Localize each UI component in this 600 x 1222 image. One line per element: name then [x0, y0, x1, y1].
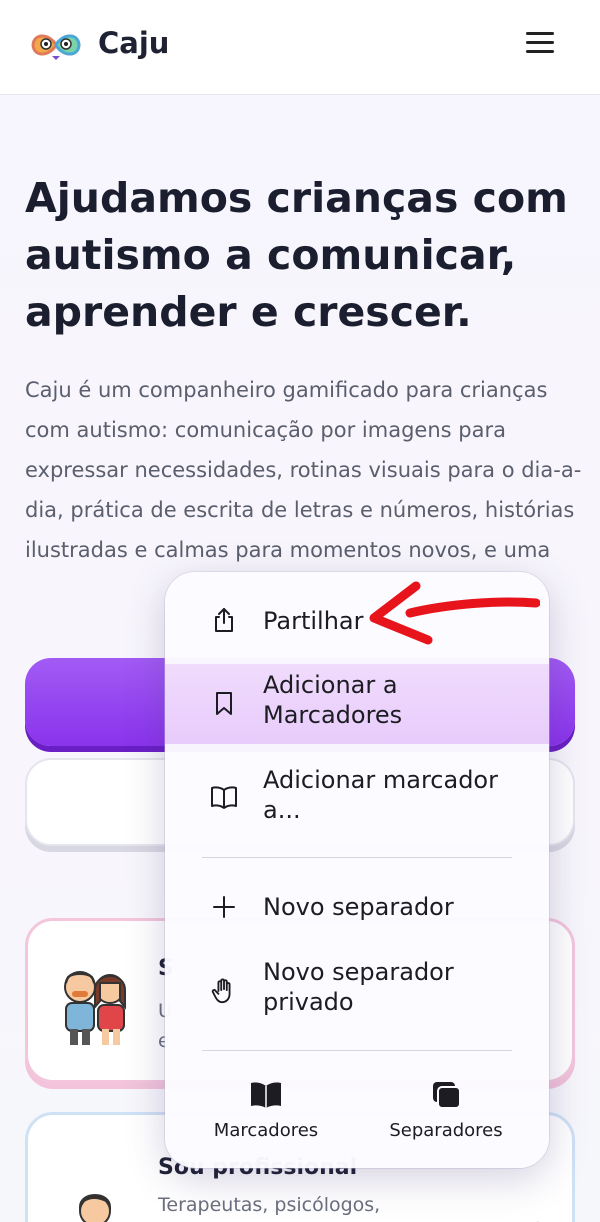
open-book-icon — [251, 1082, 281, 1108]
share-icon — [215, 608, 233, 632]
brand-name[interactable]: Caju — [98, 26, 169, 60]
tabs-button[interactable]: Separadores — [351, 1072, 541, 1152]
menu-item-label: Adicionar marcador a... — [263, 766, 498, 824]
menu-item-label: Novo separador — [263, 893, 454, 921]
menu-divider — [202, 857, 512, 858]
logo-icon[interactable] — [30, 28, 82, 62]
hamburger-menu-button[interactable] — [526, 28, 562, 62]
tabs-label: Separadores — [389, 1120, 503, 1141]
menu-item-add-bookmark-to[interactable]: Adicionar marcador a... — [165, 760, 549, 836]
menu-item-new-tab[interactable]: Novo separador — [165, 880, 549, 936]
hamburger-icon — [526, 32, 554, 35]
bookmarks-label: Marcadores — [213, 1120, 319, 1141]
bookmarks-button[interactable]: Marcadores — [171, 1072, 361, 1152]
hero-description: Caju é um companheiro gamificado para cr… — [25, 378, 582, 562]
top-bar: Caju — [0, 0, 600, 95]
hero-title: Ajudamos crianças com autismo a comunica… — [25, 174, 568, 336]
tabs-icon — [433, 1082, 461, 1109]
menu-divider — [202, 1050, 512, 1051]
hand-icon — [211, 978, 231, 1004]
menu-item-label: Novo separador privado — [263, 958, 454, 1016]
plus-icon — [213, 896, 235, 918]
annotation-arrow-icon — [369, 581, 540, 645]
parents-icon — [64, 971, 127, 1045]
chevron-right-icon[interactable]: › — [535, 1210, 544, 1222]
bookmark-icon — [216, 692, 232, 715]
professional-card-text: Terapeutas, psicólogos, — [158, 1194, 381, 1216]
browser-context-menu: Partilhar Adicionar a Marcadores Adicion… — [165, 572, 549, 1168]
book-icon — [211, 786, 237, 809]
menu-item-add-bookmark[interactable]: Adicionar a Marcadores — [165, 664, 549, 744]
menu-item-new-private-tab[interactable]: Novo separador privado — [165, 952, 549, 1032]
menu-item-label: Adicionar a Marcadores — [263, 671, 403, 729]
professional-icon — [78, 1194, 112, 1222]
